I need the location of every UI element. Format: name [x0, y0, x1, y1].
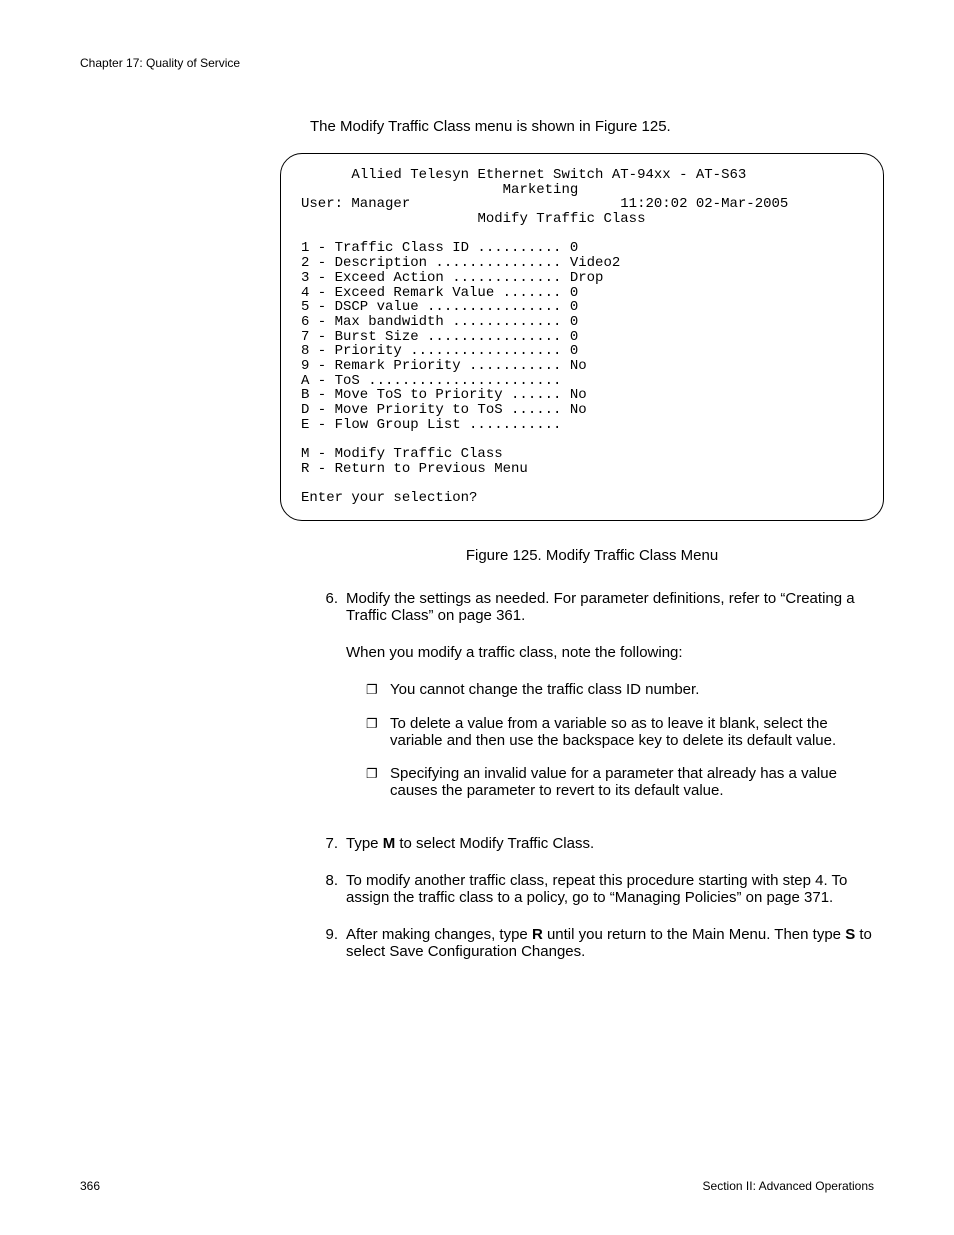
terminal-option: 6 - Max bandwidth ............. 0 [301, 314, 578, 330]
terminal-screen: Allied Telesyn Ethernet Switch AT-94xx -… [280, 153, 884, 521]
terminal-option: B - Move ToS to Priority ...... No [301, 387, 587, 403]
bullet-text: You cannot change the traffic class ID n… [390, 681, 874, 699]
text-fragment: to select Modify Traffic Class. [395, 835, 594, 852]
bullet-text: To delete a value from a variable so as … [390, 715, 874, 749]
terminal-title-2: Marketing [503, 182, 579, 198]
terminal-option: 2 - Description ............... Video2 [301, 255, 620, 271]
terminal-action: R - Return to Previous Menu [301, 461, 528, 477]
bullet-item: ❐ Specifying an invalid value for a para… [366, 765, 874, 799]
step-text: Type M to select Modify Traffic Class. [346, 835, 874, 852]
step-text: After making changes, type R until you r… [346, 926, 874, 960]
terminal-option: 4 - Exceed Remark Value ....... 0 [301, 285, 578, 301]
terminal-menu-title: Modify Traffic Class [477, 211, 645, 227]
bullet-item: ❐ To delete a value from a variable so a… [366, 715, 874, 749]
terminal-option: 5 - DSCP value ................ 0 [301, 299, 578, 315]
terminal-option: 9 - Remark Priority ........... No [301, 358, 587, 374]
bullet-icon: ❐ [366, 715, 390, 749]
page-footer: 366 Section II: Advanced Operations [80, 1179, 874, 1193]
terminal-option: E - Flow Group List ........... [301, 417, 561, 433]
chapter-header: Chapter 17: Quality of Service [80, 56, 874, 70]
terminal-action: M - Modify Traffic Class [301, 446, 503, 462]
step-number: 7. [310, 835, 346, 852]
bullet-icon: ❐ [366, 681, 390, 699]
terminal-option: A - ToS ....................... [301, 373, 561, 389]
bullet-icon: ❐ [366, 765, 390, 799]
terminal-timestamp: 11:20:02 02-Mar-2005 [620, 196, 788, 212]
intro-text: The Modify Traffic Class menu is shown i… [310, 118, 874, 135]
step-8: 8. To modify another traffic class, repe… [310, 872, 874, 906]
step-number: 6. [310, 590, 346, 815]
key-r: R [532, 926, 543, 943]
page-number: 366 [80, 1179, 100, 1193]
figure-caption: Figure 125. Modify Traffic Class Menu [310, 547, 874, 564]
terminal-option: 8 - Priority .................. 0 [301, 343, 578, 359]
terminal-option: 3 - Exceed Action ............. Drop [301, 270, 603, 286]
step-text: Modify the settings as needed. For param… [346, 590, 874, 624]
terminal-prompt: Enter your selection? [301, 490, 477, 506]
step-7: 7. Type M to select Modify Traffic Class… [310, 835, 874, 852]
step-number: 8. [310, 872, 346, 906]
terminal-option: 7 - Burst Size ................ 0 [301, 329, 578, 345]
key-s: S [845, 926, 855, 943]
bullet-item: ❐ You cannot change the traffic class ID… [366, 681, 874, 699]
text-fragment: Type [346, 835, 383, 852]
step-9: 9. After making changes, type R until yo… [310, 926, 874, 960]
bullet-text: Specifying an invalid value for a parame… [390, 765, 874, 799]
key-m: M [383, 835, 396, 852]
terminal-option: D - Move Priority to ToS ...... No [301, 402, 587, 418]
step-text: To modify another traffic class, repeat … [346, 872, 874, 906]
step-6: 6. Modify the settings as needed. For pa… [310, 590, 874, 815]
text-fragment: until you return to the Main Menu. Then … [543, 926, 845, 943]
text-fragment: After making changes, type [346, 926, 532, 943]
terminal-user: User: Manager [301, 196, 410, 212]
step-text: When you modify a traffic class, note th… [346, 644, 874, 661]
section-label: Section II: Advanced Operations [703, 1179, 874, 1193]
step-number: 9. [310, 926, 346, 960]
terminal-option: 1 - Traffic Class ID .......... 0 [301, 240, 578, 256]
terminal-title-1: Allied Telesyn Ethernet Switch AT-94xx -… [351, 167, 746, 183]
